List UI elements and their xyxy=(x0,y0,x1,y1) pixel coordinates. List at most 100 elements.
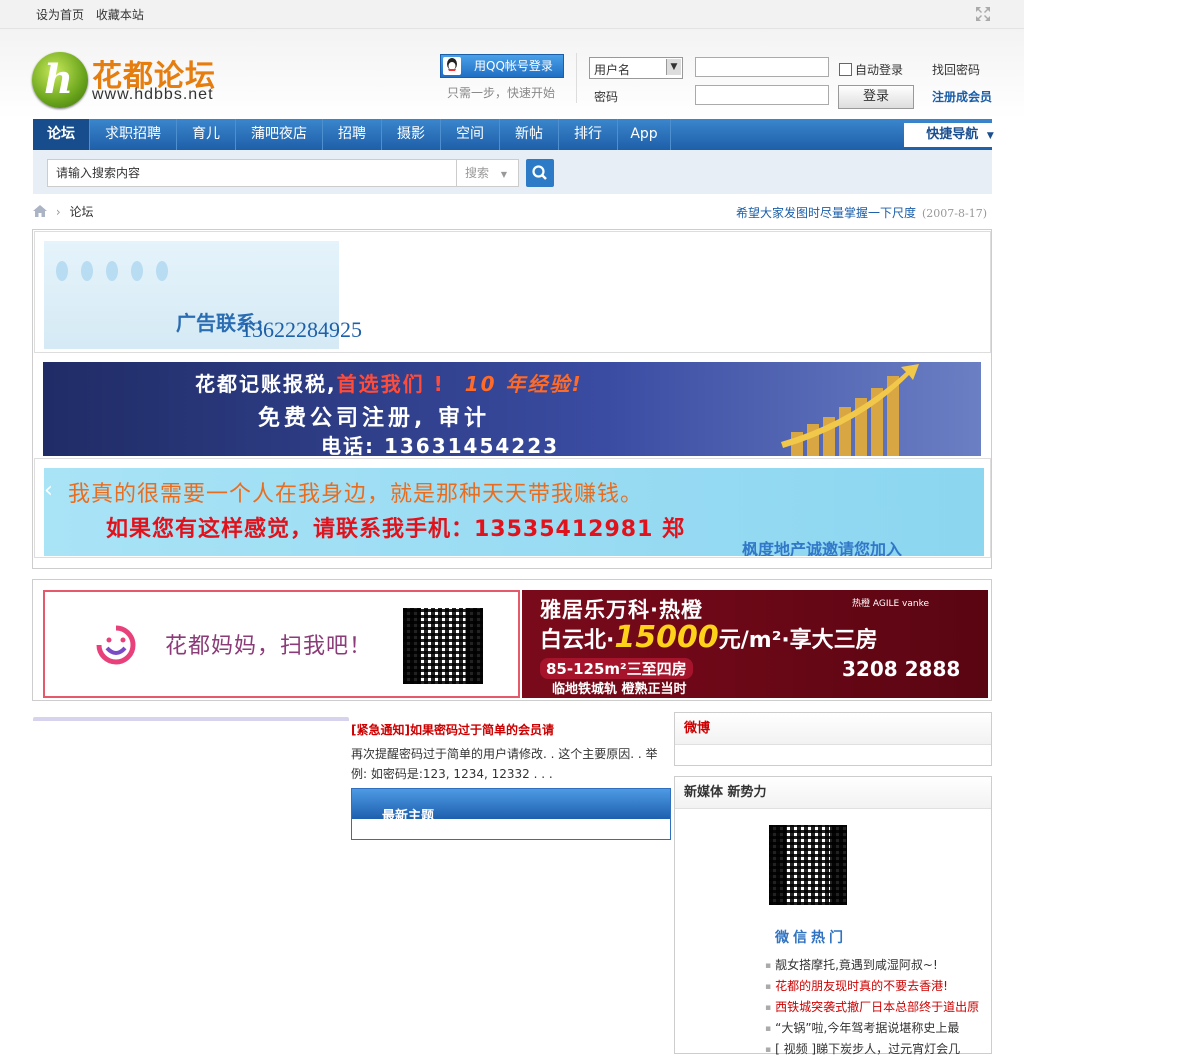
nav-item-forum[interactable]: 论坛 xyxy=(33,119,90,150)
ad-realestate-line2: 如果您有这样感觉，请联系我手机：13535412981 郑 xyxy=(106,517,686,542)
qr-code-icon xyxy=(403,608,483,684)
list-item[interactable]: “大锅”啦,今年驾考据说堪称史上最 xyxy=(765,1018,979,1039)
divider xyxy=(576,53,577,103)
search-input[interactable]: 请输入搜索内容 xyxy=(47,159,457,187)
nav-item-recruit[interactable]: 招聘 xyxy=(323,119,382,150)
set-homepage-link[interactable]: 设为首页 xyxy=(36,8,84,22)
qq-login-label: 用QQ帐号登录 xyxy=(474,59,553,73)
list-item[interactable]: 花都的朋友现时真的不要去香港! xyxy=(765,976,979,997)
wechat-hot-title: 微信热门 xyxy=(775,930,847,946)
ad-decoration xyxy=(56,261,181,284)
ad-accounting-line1: 花都记账报税,首选我们 ! 10 年经验! xyxy=(195,368,583,397)
list-item[interactable]: 靓女搭摩托,竟遇到咸湿阿叔~! xyxy=(765,955,979,976)
nav-item-nightlife[interactable]: 蒲吧夜店 xyxy=(236,119,323,150)
bookmark-link[interactable]: 收藏本站 xyxy=(96,8,144,22)
fullscreen-icon[interactable] xyxy=(975,6,991,22)
ad-banner-realestate[interactable]: 我真的很需要一个人在我身边，就是那种天天带我赚钱。 如果您有这样感觉，请联系我手… xyxy=(44,468,984,556)
nav-item-parenting[interactable]: 育儿 xyxy=(177,119,236,150)
password-input[interactable] xyxy=(695,85,829,105)
ad-vanke-slogan: 临地铁城轨 橙熟正当时 xyxy=(552,682,687,697)
ad-vanke-area: 85-125m²三至四房 xyxy=(540,658,693,679)
ad-vanke-price-line: 白云北·15000元/m²·享大三房 xyxy=(540,620,878,655)
latest-topics-title: 最新主题 xyxy=(382,809,435,824)
login-type-value: 用户名 xyxy=(594,63,631,77)
qq-login-hint: 只需一步，快速开始 xyxy=(447,86,556,100)
left-column-tab xyxy=(33,717,349,721)
dropdown-arrow-icon: ▼ xyxy=(666,59,681,75)
qq-icon xyxy=(443,57,461,75)
ad-vanke-price: 15000 xyxy=(614,620,719,655)
ad-vanke-location: 白云北· xyxy=(540,628,615,653)
nav-item-ranking[interactable]: 排行 xyxy=(559,119,618,150)
growth-chart-graphic xyxy=(781,364,919,456)
latest-topics-box: 最新主题 xyxy=(351,788,671,840)
wechat-hot-list: 靓女搭摩托,竟遇到咸湿阿叔~! 花都的朋友现时真的不要去香港! 西铁城突袭式撤厂… xyxy=(765,955,979,1060)
smile-logo-icon xyxy=(96,625,136,665)
nav-item-jobs[interactable]: 求职招聘 xyxy=(90,119,177,150)
ad-vanke-unit: 元/m²·享大三房 xyxy=(718,628,878,653)
home-icon[interactable] xyxy=(33,205,47,217)
header: h 花都论坛 www.hdbbs.net 用QQ帐号登录 只需一步，快速开始 用… xyxy=(0,29,1024,119)
qq-login-button[interactable]: 用QQ帐号登录 xyxy=(440,54,564,78)
chevron-left-icon[interactable]: ‹ xyxy=(44,478,53,503)
quick-nav-button[interactable]: 快捷导航 ▼ xyxy=(904,123,1016,147)
ad-accounting-line1-c: 10 年经验! xyxy=(464,372,583,396)
ad-huadu-mom-text: 花都妈妈，扫我吧！ xyxy=(165,634,373,659)
ad-accounting-line2: 免费公司注册, 审计 xyxy=(258,406,491,431)
top-bar: 设为首页 收藏本站 xyxy=(0,0,1024,29)
ad-accounting-line3: 电话: 13631454223 xyxy=(321,434,560,456)
ad-accounting-line1-a: 花都记账报税, xyxy=(195,372,337,396)
ad-banner-huadu-mom[interactable]: 花都妈妈，扫我吧！ xyxy=(43,590,520,698)
wechat-qr-code-icon xyxy=(769,825,847,905)
ad-realestate-line3: 枫度地产诚邀请您加入 xyxy=(742,540,903,556)
nav-item-app[interactable]: App xyxy=(618,119,671,150)
search-type-select[interactable]: 搜索 ▼ xyxy=(457,159,519,187)
announcement[interactable]: 希望大家发图时尽量掌握一下尺度 (2007-8-17) xyxy=(736,204,987,221)
ad-accounting-line1-b: 首选我们 ! xyxy=(336,372,445,396)
caret-down-icon: ▼ xyxy=(986,131,994,141)
login-type-select[interactable]: 用户名 ▼ xyxy=(589,57,683,79)
new-media-header: 新媒体 新势力 xyxy=(675,777,991,809)
quick-nav-label: 快捷导航 xyxy=(926,127,979,142)
nav-item-new-posts[interactable]: 新帖 xyxy=(500,119,559,150)
username-input[interactable] xyxy=(695,57,829,77)
weibo-header: 微博 xyxy=(675,713,991,745)
ad-realestate-line1: 我真的很需要一个人在我身边，就是那种天天带我赚钱。 xyxy=(68,482,644,507)
ad-contact-phone: 13622284925 xyxy=(241,317,362,342)
search-bar: 请输入搜索内容 搜索 ▼ xyxy=(33,150,992,194)
breadcrumb: › 论坛 xyxy=(33,203,93,220)
main-nav: 论坛 求职招聘 育儿 蒲吧夜店 招聘 摄影 空间 新帖 排行 App 快捷导航 … xyxy=(33,119,1016,150)
breadcrumb-separator: › xyxy=(55,205,61,219)
ad-vanke-brand: 热橙 AGILE vanke xyxy=(852,599,930,609)
auto-login-checkbox[interactable]: 自动登录 xyxy=(839,61,903,78)
search-type-value: 搜索 xyxy=(465,166,490,180)
weibo-box: 微博 xyxy=(674,712,992,766)
ad-banner-vanke[interactable]: 雅居乐万科·热橙 热橙 AGILE vanke 白云北·15000元/m²·享大… xyxy=(522,590,988,698)
register-link[interactable]: 注册成会员 xyxy=(932,88,992,105)
caret-down-icon: ▼ xyxy=(500,170,507,179)
password-label: 密码 xyxy=(594,90,619,104)
login-button[interactable]: 登录 xyxy=(838,85,914,109)
new-media-box: 新媒体 新势力 微信热门 靓女搭摩托,竟遇到咸湿阿叔~! 花都的朋友现时真的不要… xyxy=(674,776,992,1056)
urgent-notice-title[interactable]: [紧急通知]如果密码过于简单的会员请 xyxy=(351,721,554,738)
weibo-title[interactable]: 微博 xyxy=(684,721,710,736)
nav-item-photo[interactable]: 摄影 xyxy=(382,119,441,150)
checkbox-icon xyxy=(839,63,852,76)
ad-banner-contact[interactable]: 广告联系: 13622284925 xyxy=(44,241,362,349)
search-button[interactable] xyxy=(526,159,554,187)
logo-url: www.hdbbs.net xyxy=(92,86,214,103)
auto-login-label: 自动登录 xyxy=(855,63,904,77)
nav-item-space[interactable]: 空间 xyxy=(441,119,500,150)
list-item[interactable]: 西铁城突袭式撤厂日本总部终于道出原 xyxy=(765,997,979,1018)
site-logo[interactable]: h 花都论坛 www.hdbbs.net xyxy=(32,49,232,111)
ad-banner-accounting[interactable]: 花都记账报税,首选我们 ! 10 年经验! 免费公司注册, 审计 电话: 1363… xyxy=(43,362,981,456)
breadcrumb-current[interactable]: 论坛 xyxy=(69,205,93,219)
search-icon xyxy=(532,165,547,180)
logo-emblem: h xyxy=(32,52,88,108)
ad-vanke-tel: 3208 2888 xyxy=(842,657,961,681)
announcement-date: (2007-8-17) xyxy=(922,207,988,220)
find-password-link[interactable]: 找回密码 xyxy=(932,61,980,78)
announcement-text: 希望大家发图时尽量掌握一下尺度 xyxy=(736,206,917,220)
latest-topics-header[interactable]: 最新主题 xyxy=(352,789,670,824)
list-item[interactable]: [ 视频 ]睇下炭步人，过元宵灯会几 xyxy=(765,1039,979,1060)
